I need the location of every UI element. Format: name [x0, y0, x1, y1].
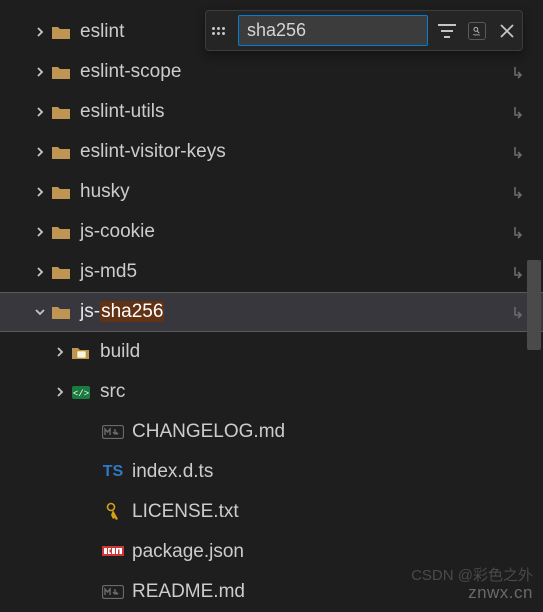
tree-item-label: eslint-utils — [80, 101, 164, 123]
tree-folder[interactable]: husky — [0, 172, 543, 212]
chevron-right-icon[interactable] — [30, 65, 50, 79]
chevron-right-icon[interactable] — [30, 225, 50, 239]
tree-item-label: LICENSE.txt — [132, 501, 239, 523]
chevron-right-icon[interactable] — [30, 265, 50, 279]
tree-folder[interactable]: js-md5 — [0, 252, 543, 292]
folder-icon — [50, 104, 72, 120]
tree-file[interactable]: CHANGELOG.md — [0, 412, 543, 452]
close-icon[interactable] — [498, 22, 516, 40]
tree-item-label: js-cookie — [80, 221, 155, 243]
tree-file[interactable]: TS index.d.ts — [0, 452, 543, 492]
watermark-znwx: znwx.cn — [468, 583, 533, 603]
wrap-indicator-icon — [511, 145, 525, 159]
tree-folder[interactable]: eslint-visitor-keys — [0, 132, 543, 172]
chevron-down-icon[interactable] — [30, 305, 50, 319]
key-icon — [102, 502, 124, 522]
tree-item-label: README.md — [132, 581, 245, 603]
tree-item-label: husky — [80, 181, 130, 203]
folder-icon — [50, 64, 72, 80]
tree-item-label: eslint-scope — [80, 61, 181, 83]
chevron-right-icon[interactable] — [30, 105, 50, 119]
filter-icon[interactable] — [438, 22, 456, 40]
tree-item-label: package.json — [132, 541, 244, 563]
tree-item-label: eslint — [80, 21, 124, 43]
folder-icon — [50, 24, 72, 40]
tree-folder[interactable]: js-sha256 — [0, 292, 543, 332]
chevron-right-icon[interactable] — [30, 25, 50, 39]
watermark-csdn: CSDN @彩色之外 — [411, 564, 533, 585]
npm-icon — [102, 546, 124, 558]
tree-item-label: build — [100, 341, 140, 363]
svg-text:</>: </> — [73, 389, 89, 399]
md-icon — [102, 585, 124, 599]
tree-item-label: js-md5 — [80, 261, 137, 283]
chevron-right-icon[interactable] — [30, 185, 50, 199]
ts-icon: TS — [102, 463, 124, 481]
folder-src-icon: </> — [70, 384, 92, 400]
tree-item-label: CHANGELOG.md — [132, 421, 285, 443]
tree-folder[interactable]: build — [0, 332, 543, 372]
search-input[interactable] — [238, 15, 428, 46]
wrap-indicator-icon — [511, 105, 525, 119]
md-icon — [102, 425, 124, 439]
folder-icon — [50, 224, 72, 240]
tree-item-label: js-sha256 — [80, 301, 164, 323]
wrap-indicator-icon — [511, 265, 525, 279]
folder-icon — [50, 144, 72, 160]
folder-icon — [50, 304, 72, 320]
find-widget[interactable] — [205, 10, 523, 51]
tree-folder[interactable]: js-cookie — [0, 212, 543, 252]
scrollbar-thumb[interactable] — [527, 260, 541, 350]
wrap-indicator-icon — [511, 65, 525, 79]
tree-item-label: eslint-visitor-keys — [80, 141, 226, 163]
tree-item-label: index.d.ts — [132, 461, 213, 483]
wrap-indicator-icon — [511, 185, 525, 199]
folder-icon — [50, 264, 72, 280]
wrap-indicator-icon — [511, 305, 525, 319]
chevron-right-icon[interactable] — [50, 345, 70, 359]
tree-folder[interactable]: eslint-scope — [0, 52, 543, 92]
folder-open-icon — [70, 344, 92, 360]
drag-handle-icon[interactable] — [212, 27, 228, 35]
folder-icon — [50, 184, 72, 200]
tree-folder[interactable]: </> src — [0, 372, 543, 412]
tree-item-label: src — [100, 381, 125, 403]
chevron-right-icon[interactable] — [30, 145, 50, 159]
wrap-indicator-icon — [511, 225, 525, 239]
chevron-right-icon[interactable] — [50, 385, 70, 399]
tree-folder[interactable]: eslint-utils — [0, 92, 543, 132]
tree-file[interactable]: LICENSE.txt — [0, 492, 543, 532]
file-tree: eslint eslint-scope eslint-utils eslint-vis… — [0, 0, 543, 612]
fuzzy-match-icon[interactable] — [468, 22, 486, 40]
